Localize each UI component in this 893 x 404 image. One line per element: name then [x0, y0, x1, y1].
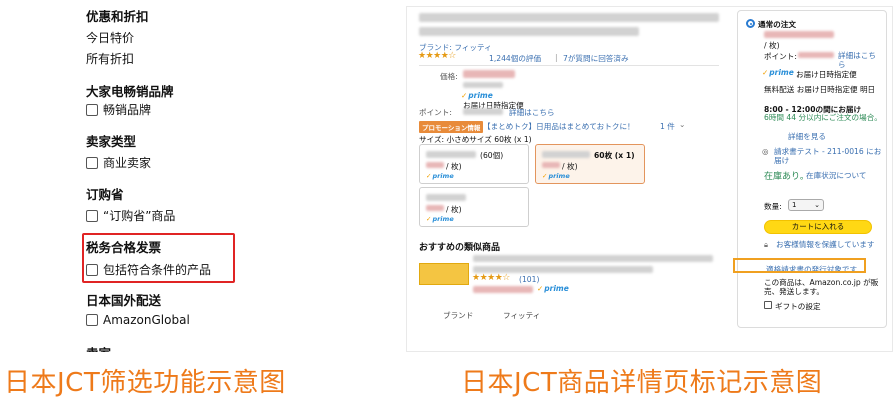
- add-to-cart-button[interactable]: カートに入れる: [764, 220, 872, 234]
- chevron-down-icon[interactable]: ⌄: [679, 120, 685, 129]
- prime-badge-icon: prime: [762, 68, 794, 77]
- unit-price-blurred: [463, 82, 503, 88]
- amazon-global-filter[interactable]: AmazonGlobal: [86, 313, 190, 327]
- checkbox[interactable]: [86, 314, 98, 326]
- lock-icon: 🔒︎: [764, 240, 769, 249]
- star-rating-icon[interactable]: ★★★★☆: [418, 51, 456, 61]
- order-within-note: 6時間 44 分以内にご注文の場合。: [764, 113, 882, 122]
- price-label: 価格:: [440, 72, 458, 81]
- free-shipping-text: 無料配送 お届け日時指定便 明日: [764, 85, 876, 94]
- buybox-price-blurred: [764, 31, 834, 38]
- similar-product-title-blurred[interactable]: [473, 255, 713, 262]
- points-details-link[interactable]: 詳細はこちら: [509, 107, 555, 118]
- promotion-tag: プロモーション情報: [419, 121, 484, 133]
- order-type-radio[interactable]: [746, 19, 755, 28]
- prime-badge-icon: prime: [461, 91, 493, 100]
- similar-products-heading: おすすめの類似商品: [419, 243, 501, 253]
- jct-badge-highlight: [733, 258, 866, 273]
- prime-badge-icon: prime: [426, 215, 453, 223]
- buy-box: 通常の注文 / 枚) ポイント: 詳細はこちら prime お届け日時指定便 無…: [737, 10, 887, 328]
- prime-badge-icon: prime: [426, 172, 453, 180]
- checkbox-label: AmazonGlobal: [103, 313, 190, 327]
- points-label: ポイント:: [419, 108, 452, 117]
- rating-count-link[interactable]: 1,244個の評価: [489, 53, 541, 64]
- checkbox[interactable]: [86, 209, 98, 222]
- jct-filter-highlight: [82, 233, 235, 283]
- stock-info-link[interactable]: 在庫状況について: [806, 171, 880, 180]
- brand-column-value: フィッティ: [503, 311, 541, 320]
- bestselling-brand-filter[interactable]: 畅销品牌: [86, 101, 151, 118]
- gift-option-label: ギフトの設定: [775, 302, 821, 311]
- checkbox-label: 商业卖家: [103, 156, 152, 170]
- checkbox[interactable]: [86, 103, 98, 116]
- delivery-address-link[interactable]: 請求書テスト - 211-0016 にお届け: [774, 147, 884, 165]
- option-title: 60枚 (x 1): [594, 151, 635, 160]
- buybox-unit: / 枚): [764, 41, 780, 50]
- filter-panel: 优惠和折扣 今日特价 所有折扣 大家电畅销品牌 畅销品牌 卖家类型 商业卖家 订…: [0, 0, 390, 355]
- in-stock-status: 在庫あり。: [764, 172, 809, 182]
- divider: [419, 65, 719, 66]
- option-unit: / 枚): [562, 162, 578, 171]
- subscribe-heading: 订购省: [86, 187, 124, 202]
- brand-column-label: ブランド: [443, 311, 474, 320]
- size-option[interactable]: / 枚) prime: [419, 187, 529, 227]
- todays-deals-link[interactable]: 今日特价: [86, 29, 134, 46]
- buybox-prime-delivery: お届け日時指定便: [796, 70, 857, 79]
- option-title: (60個): [480, 151, 504, 160]
- all-deals-link[interactable]: 所有折扣: [86, 50, 134, 67]
- left-caption: 日本JCT筛选功能示意图: [4, 368, 286, 398]
- right-caption: 日本JCT商品详情页标记示意图: [461, 368, 823, 398]
- buybox-details-link[interactable]: 詳細はこちら: [838, 51, 878, 69]
- promotion-link[interactable]: 【まとめトク】日用品はまとめておトクに！: [483, 121, 635, 132]
- product-title-blurred: [419, 13, 719, 22]
- option-unit: / 枚): [446, 162, 462, 171]
- checkbox-label: 畅销品牌: [103, 103, 152, 117]
- deals-heading: 优惠和折扣: [86, 9, 149, 24]
- chevron-down-icon: ⌄: [814, 201, 820, 209]
- delivery-details-link[interactable]: 詳細を見る: [788, 131, 826, 142]
- price-blurred: [463, 70, 515, 78]
- promotion-count[interactable]: 1 件: [660, 121, 675, 132]
- seller-heading-partial: 卖家: [86, 343, 111, 352]
- location-pin-icon: ◎: [762, 147, 769, 156]
- points-blurred: [463, 108, 503, 115]
- product-detail-panel: ブランド: フィッティ ★★★★☆ 1,244個の評価 | 7が質問に回答済み …: [406, 6, 893, 352]
- brands-heading: 大家电畅销品牌: [86, 84, 174, 99]
- intl-shipping-heading: 日本国外配送: [86, 293, 162, 308]
- answered-questions-link[interactable]: 7が質問に回答済み: [563, 53, 629, 64]
- privacy-protect-link[interactable]: お客様情報を保護しています: [776, 240, 880, 249]
- business-seller-filter[interactable]: 商业卖家: [86, 154, 151, 171]
- seller-type-heading: 卖家类型: [86, 134, 137, 149]
- similar-product-thumbnail[interactable]: [419, 263, 469, 285]
- checkbox[interactable]: [86, 156, 98, 169]
- quantity-label: 数量:: [764, 202, 782, 211]
- size-option-selected[interactable]: 60枚 (x 1) / 枚) prime: [535, 144, 645, 184]
- sold-by-text: この商品は、Amazon.co.jp が販売、発送します。: [764, 278, 879, 296]
- prime-badge-icon: prime: [537, 284, 569, 293]
- size-option[interactable]: (60個) / 枚) prime: [419, 144, 529, 184]
- buybox-points-label: ポイント:: [764, 52, 797, 61]
- similar-review-count[interactable]: (101): [519, 275, 539, 284]
- product-title-blurred: [419, 27, 639, 36]
- option-unit: / 枚): [446, 205, 462, 214]
- checkbox-label: “订购省”商品: [103, 209, 176, 223]
- subscribe-save-filter[interactable]: “订购省”商品: [86, 207, 175, 224]
- order-type-title: 通常の注文: [758, 20, 796, 29]
- gift-checkbox[interactable]: [764, 301, 772, 309]
- star-rating-icon: ★★★★☆: [472, 273, 510, 283]
- quantity-select[interactable]: 1 ⌄: [788, 199, 824, 211]
- prime-badge-icon: prime: [542, 172, 569, 180]
